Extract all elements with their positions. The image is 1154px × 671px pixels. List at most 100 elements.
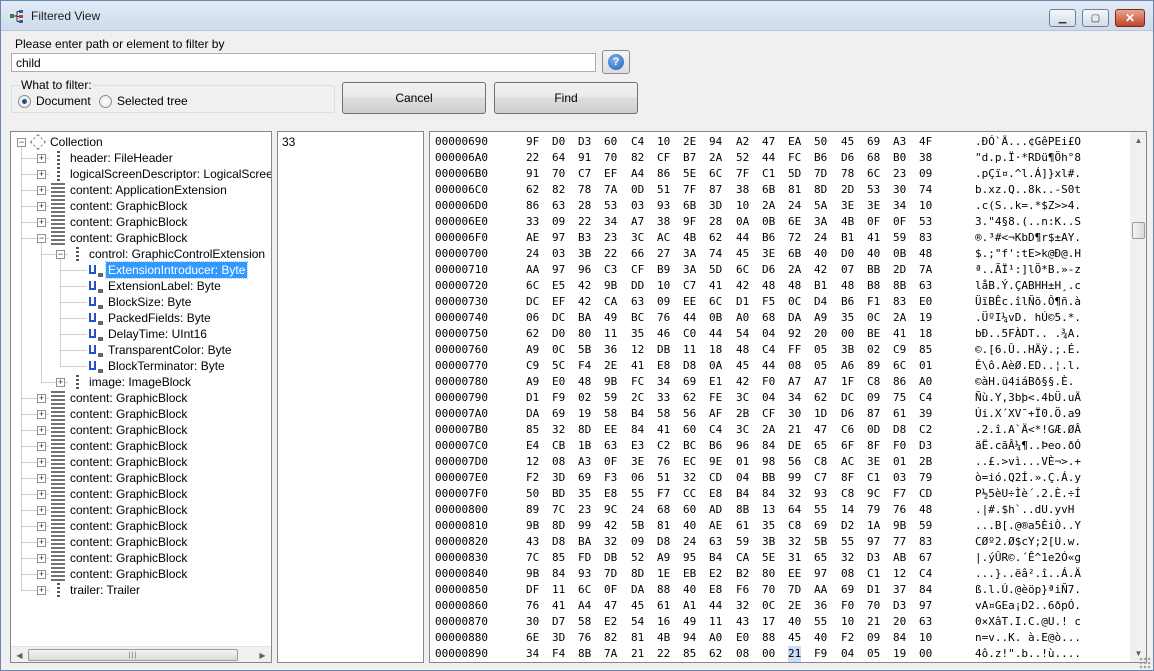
hex-byte[interactable]: 2B bbox=[736, 406, 749, 422]
tree-node[interactable]: + content: GraphicBlock bbox=[11, 486, 271, 502]
hex-byte[interactable]: EA bbox=[788, 134, 801, 150]
hex-byte[interactable]: 65 bbox=[814, 438, 827, 454]
hex-byte[interactable]: 40 bbox=[788, 614, 801, 630]
hex-byte[interactable]: F7 bbox=[657, 486, 670, 502]
hex-byte[interactable]: 58 bbox=[657, 406, 670, 422]
hex-byte[interactable]: 72 bbox=[788, 230, 801, 246]
hex-byte[interactable]: F1 bbox=[867, 294, 880, 310]
hex-byte[interactable]: D0 bbox=[552, 134, 565, 150]
hex-byte[interactable]: 23 bbox=[893, 166, 906, 182]
hex-byte[interactable]: 55 bbox=[814, 502, 827, 518]
hex-byte[interactable]: C0 bbox=[683, 326, 696, 342]
hex-row[interactable]: 00000820 43 D8 BA 32 09 D8 24 63 59 3B 32 5B 55 97 77 83… bbox=[430, 534, 1130, 550]
hex-byte[interactable]: 08 bbox=[736, 646, 749, 662]
hex-byte[interactable]: BC bbox=[631, 310, 644, 326]
hex-byte[interactable]: 84 bbox=[762, 486, 775, 502]
hex-byte[interactable]: 5D bbox=[709, 262, 722, 278]
hex-byte[interactable]: 19 bbox=[919, 310, 932, 326]
hex-byte[interactable]: AA bbox=[526, 262, 539, 278]
help-button[interactable]: ? bbox=[602, 50, 630, 74]
hex-byte[interactable]: D8 bbox=[683, 358, 696, 374]
hex-byte[interactable]: 1A bbox=[867, 518, 880, 534]
hex-row[interactable]: 00000810 9B 8D 99 42 5B 81 40 AE 61 35 C8 69 D2 1A 9B 59… bbox=[430, 518, 1130, 534]
hex-row[interactable]: 000007A0 DA 69 19 58 B4 58 56 AF 2B CF 30 1D D6 87 61 39… bbox=[430, 406, 1130, 422]
hex-byte[interactable]: 63 bbox=[552, 198, 565, 214]
hex-byte[interactable]: 16 bbox=[657, 614, 670, 630]
hex-byte[interactable]: BD bbox=[552, 486, 565, 502]
hex-byte[interactable]: 85 bbox=[919, 342, 932, 358]
hex-byte[interactable]: B1 bbox=[841, 230, 854, 246]
hex-byte[interactable]: 87 bbox=[867, 406, 880, 422]
hex-byte[interactable]: 6B bbox=[683, 198, 696, 214]
hex-byte[interactable]: 0D bbox=[867, 422, 880, 438]
hex-byte[interactable]: 12 bbox=[893, 566, 906, 582]
hex-byte[interactable]: DA bbox=[788, 310, 801, 326]
hex-byte[interactable]: B9 bbox=[657, 262, 670, 278]
hex-byte[interactable]: F3 bbox=[604, 470, 617, 486]
hex-byte[interactable]: 6C bbox=[893, 358, 906, 374]
hex-byte[interactable]: 22 bbox=[578, 214, 591, 230]
hex-byte[interactable]: 5B bbox=[631, 518, 644, 534]
hex-byte[interactable]: 42 bbox=[736, 374, 749, 390]
hex-byte[interactable]: 03 bbox=[631, 198, 644, 214]
hex-byte[interactable]: 9B bbox=[526, 518, 539, 534]
hex-byte[interactable]: 74 bbox=[709, 246, 722, 262]
hex-byte[interactable]: 59 bbox=[919, 518, 932, 534]
hex-byte[interactable]: 24 bbox=[526, 246, 539, 262]
hex-byte[interactable]: 44 bbox=[736, 230, 749, 246]
hex-byte[interactable]: 59 bbox=[604, 390, 617, 406]
hex-byte[interactable]: 89 bbox=[526, 502, 539, 518]
hex-byte[interactable]: 41 bbox=[657, 422, 670, 438]
hex-byte[interactable]: 43 bbox=[736, 614, 749, 630]
hex-byte[interactable]: 84 bbox=[893, 630, 906, 646]
hex-byte[interactable]: 62 bbox=[683, 390, 696, 406]
hex-byte[interactable]: 6C bbox=[709, 166, 722, 182]
hex-byte[interactable]: 9B bbox=[526, 566, 539, 582]
hex-byte[interactable]: 37 bbox=[893, 582, 906, 598]
hex-byte[interactable]: 44 bbox=[683, 310, 696, 326]
find-button[interactable]: Find bbox=[494, 82, 638, 114]
hex-byte[interactable]: 81 bbox=[631, 630, 644, 646]
tree-node[interactable]: + content: GraphicBlock bbox=[11, 390, 271, 406]
hex-byte[interactable]: A3 bbox=[578, 454, 591, 470]
hex-byte[interactable]: 47 bbox=[814, 422, 827, 438]
hex-byte[interactable]: 6E bbox=[788, 214, 801, 230]
hex-byte[interactable]: 82 bbox=[631, 150, 644, 166]
hex-byte[interactable]: 05 bbox=[867, 646, 880, 662]
hex-byte[interactable]: AD bbox=[709, 502, 722, 518]
hex-byte[interactable]: 31 bbox=[788, 550, 801, 566]
expand-icon[interactable]: + bbox=[37, 218, 46, 227]
hex-byte[interactable]: D6 bbox=[841, 150, 854, 166]
hex-byte[interactable]: 38 bbox=[657, 214, 670, 230]
tree-node[interactable]: − Collection bbox=[11, 134, 271, 150]
hex-byte[interactable]: 40 bbox=[683, 582, 696, 598]
hex-byte[interactable]: 8D bbox=[552, 518, 565, 534]
hex-byte[interactable]: AF bbox=[709, 406, 722, 422]
hex-byte[interactable]: 34 bbox=[893, 198, 906, 214]
hex-byte[interactable]: 54 bbox=[631, 614, 644, 630]
tree-node[interactable]: + trailer: Trailer bbox=[11, 582, 271, 598]
hex-byte[interactable]: 36 bbox=[814, 598, 827, 614]
hex-byte[interactable]: 62 bbox=[526, 326, 539, 342]
hex-byte[interactable]: 04 bbox=[841, 646, 854, 662]
hex-byte[interactable]: A0 bbox=[736, 310, 749, 326]
hex-byte[interactable]: 8D bbox=[814, 182, 827, 198]
hex-byte[interactable]: 62 bbox=[526, 182, 539, 198]
hex-byte[interactable]: 0A bbox=[736, 214, 749, 230]
hex-byte[interactable]: 6C bbox=[526, 278, 539, 294]
hex-byte[interactable]: B2 bbox=[736, 566, 749, 582]
hex-byte[interactable]: 6E bbox=[526, 630, 539, 646]
hex-byte[interactable]: 68 bbox=[867, 150, 880, 166]
hex-byte[interactable]: E3 bbox=[631, 438, 644, 454]
hex-byte[interactable]: EF bbox=[552, 294, 565, 310]
hex-byte[interactable]: 06 bbox=[526, 310, 539, 326]
hex-byte[interactable]: A2 bbox=[736, 134, 749, 150]
hex-byte[interactable]: AC bbox=[841, 454, 854, 470]
hex-byte[interactable]: 82 bbox=[604, 630, 617, 646]
hex-byte[interactable]: C9 bbox=[893, 342, 906, 358]
hex-byte[interactable]: 58 bbox=[578, 614, 591, 630]
hex-byte[interactable]: A1 bbox=[683, 598, 696, 614]
hex-byte[interactable]: 22 bbox=[604, 246, 617, 262]
hex-byte[interactable]: 20 bbox=[893, 614, 906, 630]
tree-node[interactable]: BlockSize: Byte bbox=[11, 294, 271, 310]
